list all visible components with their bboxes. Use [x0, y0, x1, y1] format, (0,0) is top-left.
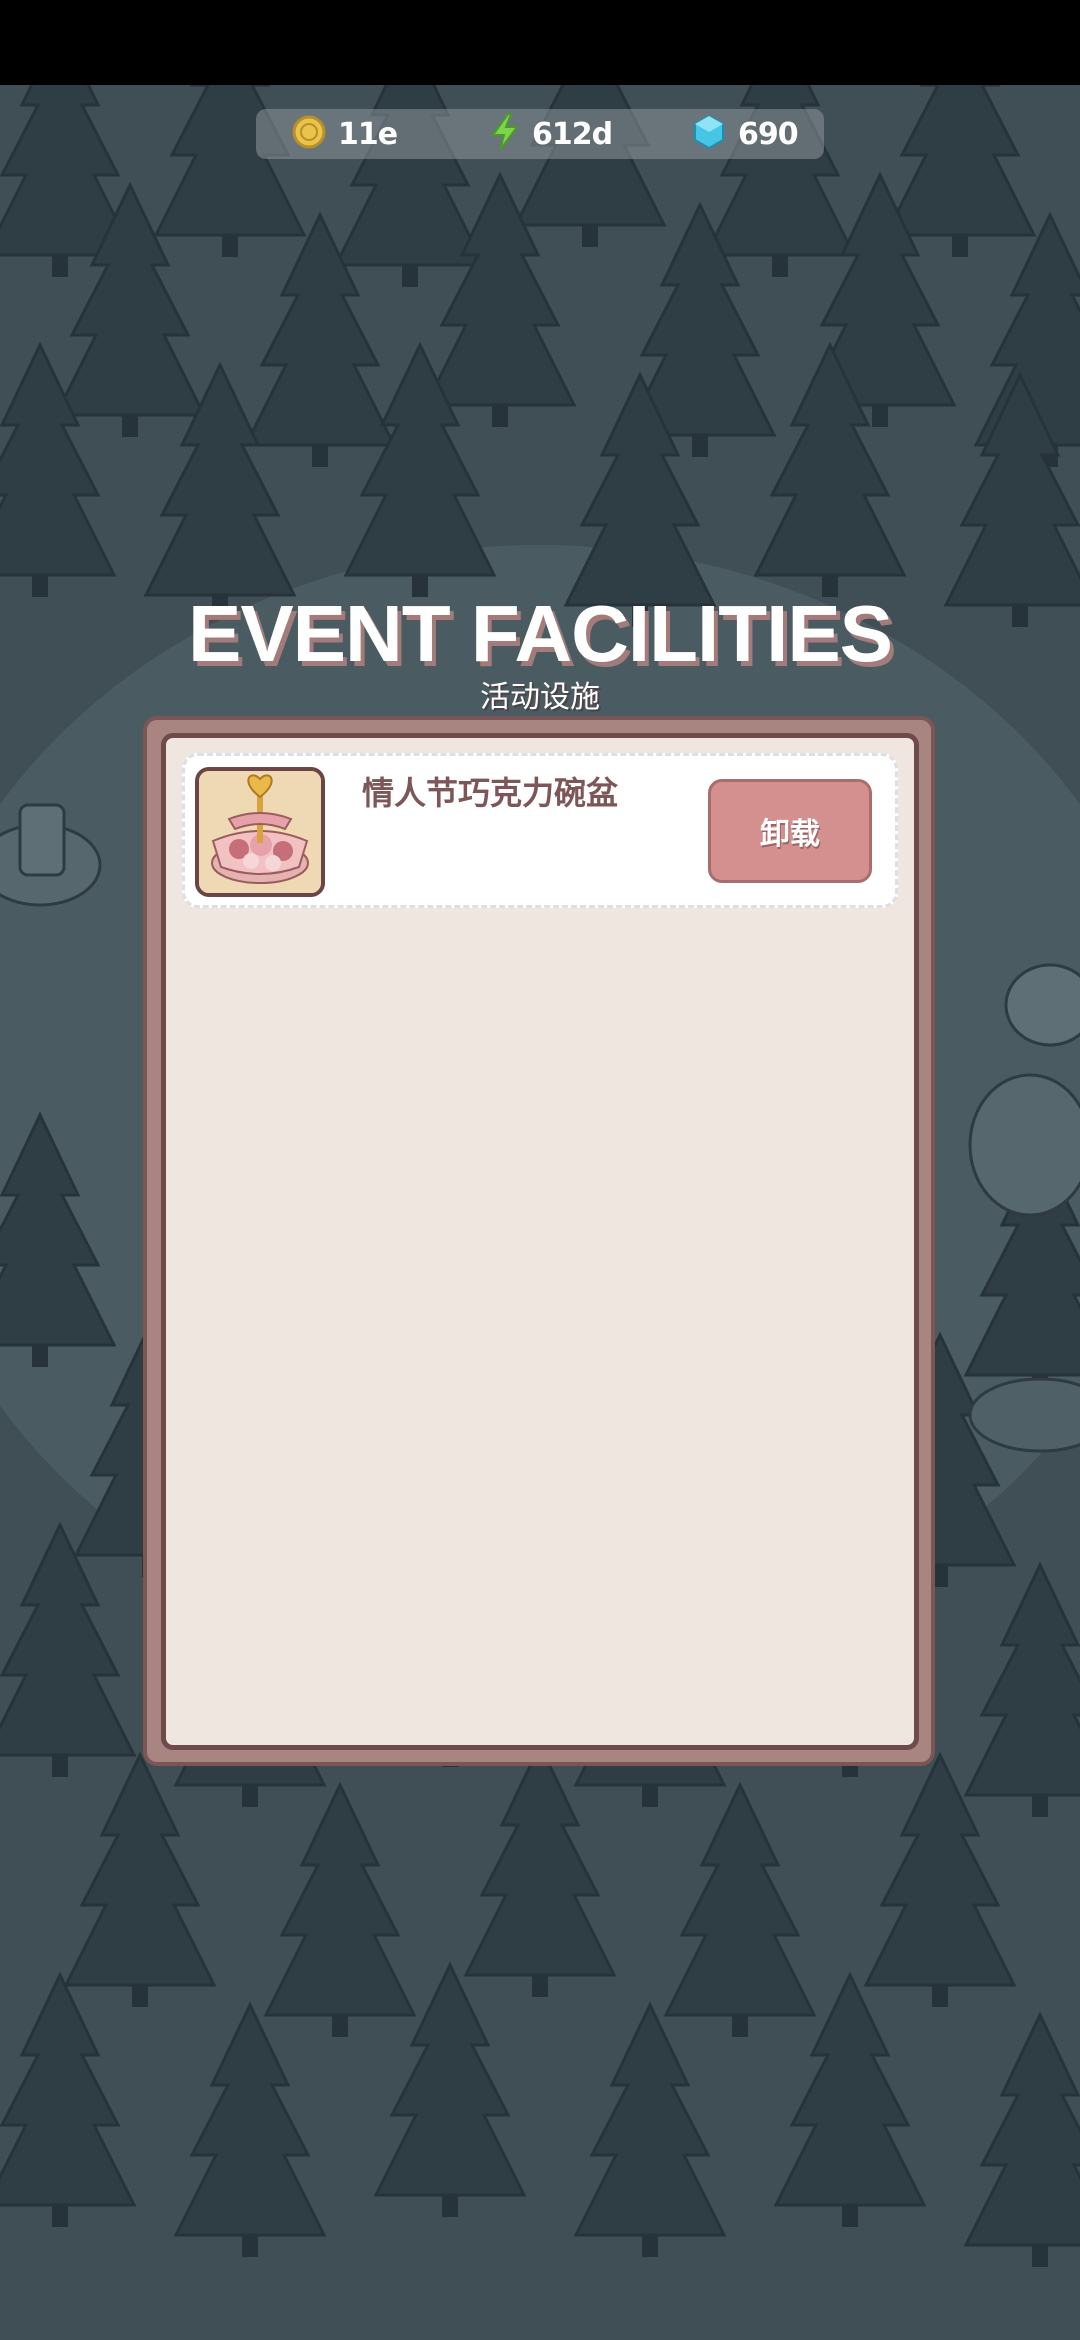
gem-icon [692, 114, 726, 154]
page-title: EVENT FACILITIES [187, 589, 893, 678]
page-subtitle: 活动设施 [480, 680, 600, 715]
coins-value: 11e [338, 116, 398, 152]
energy-counter[interactable]: 612d [490, 109, 613, 159]
gems-counter[interactable]: 690 [692, 109, 799, 159]
facility-name: 情人节巧克力碗盆 [362, 774, 619, 812]
lightning-icon [490, 113, 520, 155]
coin-icon [292, 115, 326, 153]
coins-counter[interactable]: 11e [292, 109, 398, 159]
unload-button[interactable]: 卸载 [708, 779, 872, 883]
gems-value: 690 [738, 116, 799, 152]
status-bar [0, 0, 1080, 85]
game-screen: 11e 612d 690 EVENT FACILITIES 活动设施 情人节巧克… [0, 0, 1080, 2340]
currency-bar: 11e 612d 690 [256, 109, 824, 159]
energy-value: 612d [532, 116, 613, 152]
valentine-chocolate-bowl-icon [195, 767, 325, 897]
